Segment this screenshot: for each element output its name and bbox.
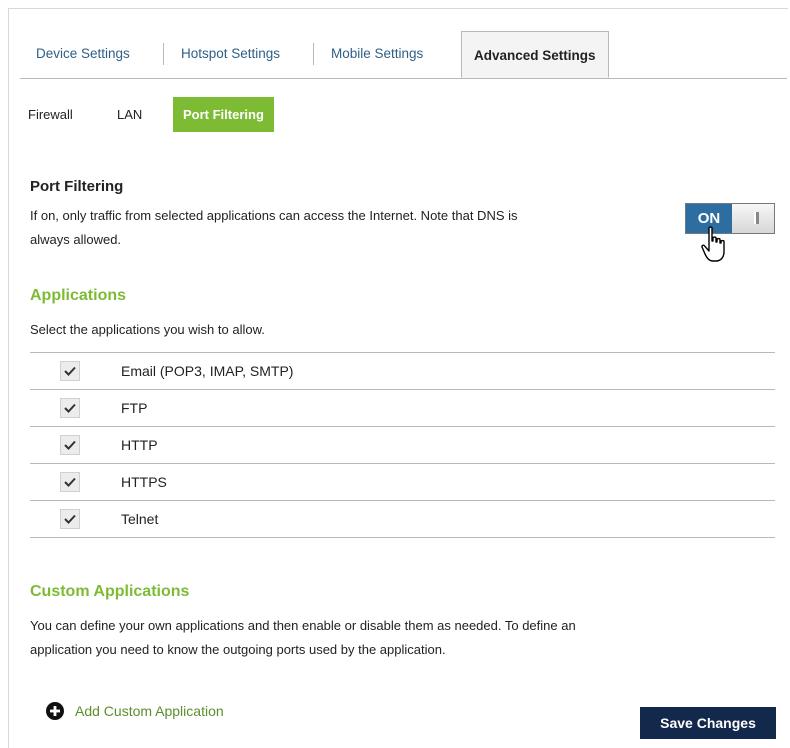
ftp-checkbox[interactable] bbox=[60, 398, 80, 418]
tab-mobile-settings[interactable]: Mobile Settings bbox=[331, 31, 423, 77]
checkmark-icon bbox=[64, 403, 76, 413]
telnet-checkbox[interactable] bbox=[60, 509, 80, 529]
checkmark-icon bbox=[64, 440, 76, 450]
application-label: Telnet bbox=[121, 511, 159, 527]
description-line: application you need to know the outgoin… bbox=[30, 642, 446, 657]
tab-hotspot-settings[interactable]: Hotspot Settings bbox=[181, 31, 280, 77]
tab-divider bbox=[313, 43, 314, 65]
main-tabs: Device Settings Hotspot Settings Mobile … bbox=[20, 31, 787, 79]
checkmark-icon bbox=[64, 514, 76, 524]
http-checkbox[interactable] bbox=[60, 435, 80, 455]
tab-advanced-settings[interactable]: Advanced Settings bbox=[461, 31, 609, 78]
list-item: HTTP bbox=[30, 427, 775, 464]
applications-instruction: Select the applications you wish to allo… bbox=[30, 322, 265, 337]
list-item: Telnet bbox=[30, 501, 775, 538]
custom-applications-heading: Custom Applications bbox=[30, 583, 190, 600]
email-checkbox[interactable] bbox=[60, 361, 80, 381]
port-filtering-heading: Port Filtering bbox=[30, 178, 124, 195]
port-filtering-description: If on, only traffic from selected applic… bbox=[30, 204, 518, 252]
add-custom-application-label: Add Custom Application bbox=[75, 703, 224, 719]
application-label: Email (POP3, IMAP, SMTP) bbox=[121, 363, 294, 379]
checkmark-icon bbox=[64, 477, 76, 487]
description-line: You can define your own applications and… bbox=[30, 618, 576, 633]
application-label: FTP bbox=[121, 400, 148, 416]
list-item: FTP bbox=[30, 390, 775, 427]
toggle-knob bbox=[732, 204, 774, 233]
hand-pointer-cursor-icon bbox=[701, 226, 725, 262]
port-filtering-toggle[interactable]: ON bbox=[685, 203, 775, 234]
subtab-firewall[interactable]: Firewall bbox=[28, 97, 73, 132]
checkmark-icon bbox=[64, 366, 76, 376]
plus-circle-icon bbox=[46, 702, 64, 720]
description-line: If on, only traffic from selected applic… bbox=[30, 208, 518, 223]
list-item: Email (POP3, IMAP, SMTP) bbox=[30, 353, 775, 390]
toggle-grip bbox=[754, 212, 759, 224]
application-label: HTTP bbox=[121, 437, 158, 453]
description-line: always allowed. bbox=[30, 232, 122, 247]
tab-device-settings[interactable]: Device Settings bbox=[36, 31, 130, 77]
subtab-port-filtering[interactable]: Port Filtering bbox=[173, 97, 274, 132]
application-label: HTTPS bbox=[121, 474, 167, 490]
list-item: HTTPS bbox=[30, 464, 775, 501]
applications-heading: Applications bbox=[30, 287, 127, 304]
https-checkbox[interactable] bbox=[60, 472, 80, 492]
subtab-lan[interactable]: LAN bbox=[117, 97, 142, 132]
custom-applications-description: You can define your own applications and… bbox=[30, 614, 576, 662]
save-changes-button[interactable]: Save Changes bbox=[640, 707, 776, 739]
applications-list: Email (POP3, IMAP, SMTP) FTP HTTP HTTPS … bbox=[30, 352, 775, 538]
tab-divider bbox=[163, 43, 164, 65]
